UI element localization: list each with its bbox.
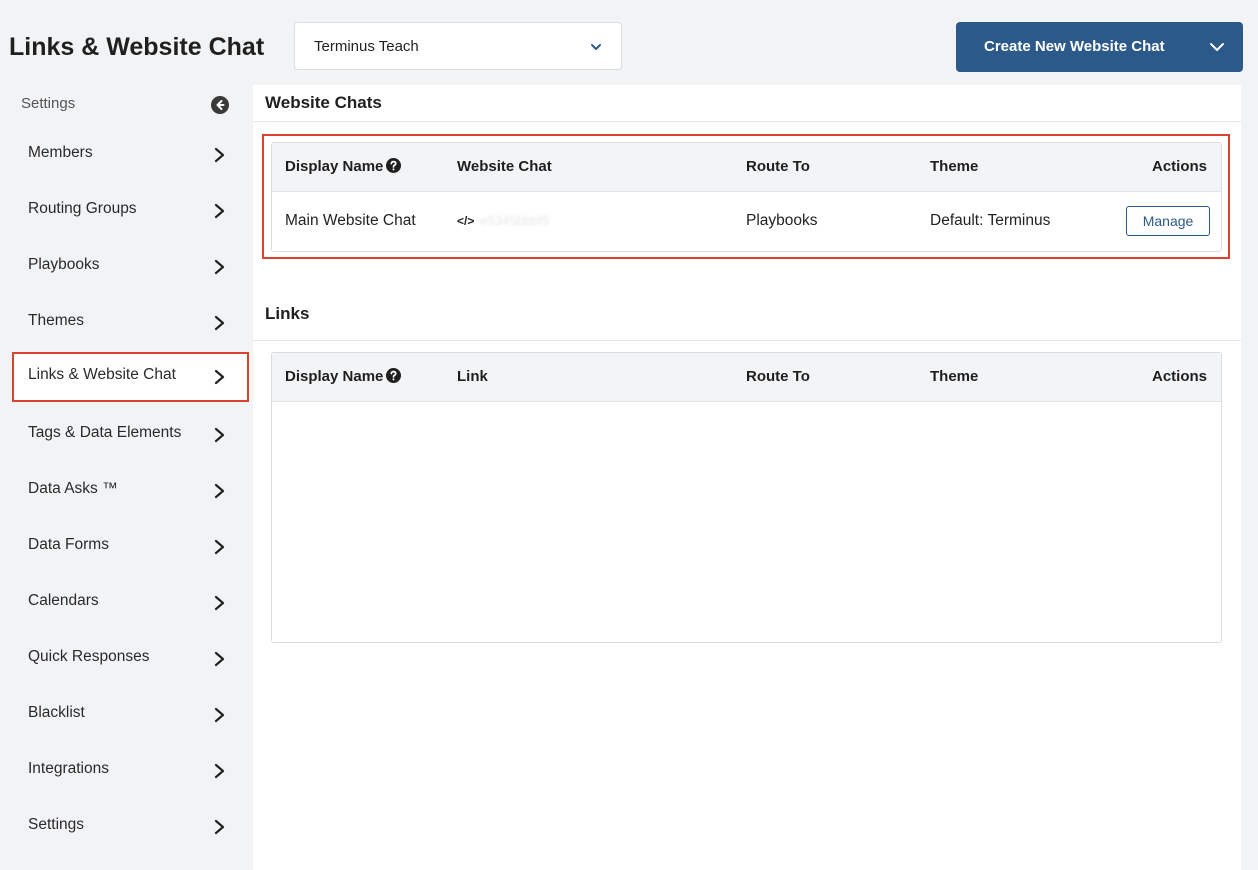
chevron-right-icon — [214, 595, 225, 611]
sidebar-item-playbooks[interactable]: Playbooks — [12, 242, 249, 292]
sidebar-item-label: Settings — [28, 816, 85, 833]
account-select-value: Terminus Teach — [314, 38, 419, 55]
page-title: Links & Website Chat — [9, 33, 265, 61]
chevron-right-icon — [214, 147, 225, 163]
links-table: Display Name Link Route To Theme Actions — [271, 352, 1222, 643]
create-button-label: Create New Website Chat — [984, 38, 1165, 55]
sidebar-header-label: Settings — [21, 95, 76, 112]
sidebar-item-label: Tags & Data Elements — [28, 424, 182, 441]
column-header: Theme — [930, 368, 979, 385]
chevron-right-icon — [214, 483, 225, 499]
chevron-down-icon[interactable] — [1209, 40, 1225, 54]
chevron-right-icon — [214, 259, 225, 275]
sidebar-item-label: Data Asks ™ — [28, 480, 118, 497]
sidebar-item-calendars[interactable]: Calendars — [12, 578, 249, 628]
sidebar-item-data-forms[interactable]: Data Forms — [12, 522, 249, 572]
chevron-down-icon — [591, 44, 601, 50]
sidebar-item-label: Integrations — [28, 760, 109, 777]
chevron-right-icon — [214, 651, 225, 667]
links-title: Links — [265, 304, 310, 323]
column-header: Actions — [1152, 368, 1208, 385]
sidebar-item-label: Data Forms — [28, 536, 109, 553]
chevron-right-icon — [214, 427, 225, 443]
chevron-right-icon — [214, 539, 225, 555]
chevron-right-icon — [214, 819, 225, 835]
chevron-right-icon — [214, 315, 225, 331]
column-header: Route To — [746, 368, 810, 385]
sidebar-item-quick-responses[interactable]: Quick Responses — [12, 634, 249, 684]
sidebar-item-settings[interactable]: Settings — [12, 802, 249, 852]
chevron-right-icon — [214, 369, 225, 385]
chevron-right-icon — [214, 763, 225, 779]
table-header: Display Name Link Route To Theme Actions — [272, 353, 1221, 402]
sidebar-item-blacklist[interactable]: Blacklist — [12, 690, 249, 740]
help-circle-icon[interactable] — [386, 368, 402, 383]
sidebar-item-members[interactable]: Members — [12, 130, 249, 180]
sidebar-item-themes[interactable]: Themes — [12, 298, 249, 348]
divider — [253, 121, 1241, 122]
website-chats-title: Website Chats — [265, 93, 382, 112]
column-header: Link — [457, 368, 488, 385]
divider — [253, 340, 1241, 341]
sidebar-item-label: Calendars — [28, 592, 99, 609]
sidebar-item-label: Blacklist — [28, 704, 85, 721]
account-select[interactable]: Terminus Teach — [294, 22, 622, 70]
chevron-right-icon — [214, 707, 225, 723]
sidebar-item-label: Members — [28, 144, 93, 161]
chevron-right-icon — [214, 203, 225, 219]
sidebar-item-label: Playbooks — [28, 256, 100, 273]
column-header: Display Name — [285, 353, 402, 401]
sidebar-item-routing-groups[interactable]: Routing Groups — [12, 186, 249, 236]
sidebar-item-data-asks[interactable]: Data Asks ™ — [12, 466, 249, 516]
back-circle-icon[interactable] — [211, 96, 229, 114]
sidebar-item-tags-data-elements[interactable]: Tags & Data Elements — [12, 410, 249, 460]
sidebar-header: Settings — [21, 85, 241, 125]
sidebar-item-integrations[interactable]: Integrations — [12, 746, 249, 796]
create-new-website-chat-button[interactable]: Create New Website Chat — [956, 22, 1243, 72]
sidebar-item-links-website-chat[interactable]: Links & Website Chat — [12, 352, 249, 402]
sidebar-item-label: Quick Responses — [28, 648, 150, 665]
sidebar-item-label: Links & Website Chat — [28, 366, 176, 383]
sidebar-item-label: Routing Groups — [28, 200, 137, 217]
sidebar-item-label: Themes — [28, 312, 84, 329]
highlight-box — [262, 134, 1230, 259]
